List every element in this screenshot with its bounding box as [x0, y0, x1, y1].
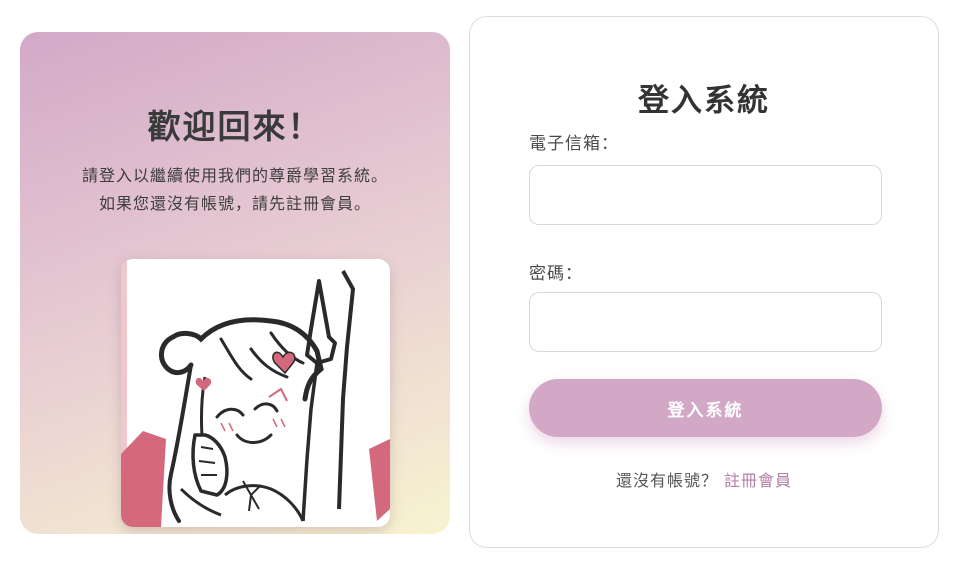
page: 歡迎回來！ 請登入以繼續使用我們的尊爵學習系統。 如果您還沒有帳號，請先註冊會員…: [0, 0, 957, 566]
login-card: 登入系統 電子信箱： 密碼： 登入系統 還沒有帳號？ 註冊會員: [469, 16, 939, 548]
email-label: 電子信箱：: [529, 134, 619, 154]
email-field[interactable]: [529, 165, 882, 225]
welcome-panel: 歡迎回來！ 請登入以繼續使用我們的尊爵學習系統。 如果您還沒有帳號，請先註冊會員…: [20, 32, 450, 534]
welcome-title: 歡迎回來！: [147, 107, 323, 146]
welcome-message-line-1: 請登入以繼續使用我們的尊爵學習系統。: [81, 166, 388, 185]
login-title: 登入系統: [638, 83, 770, 119]
no-account-text: 還沒有帳號？: [615, 471, 718, 490]
anime-character-illustration: [121, 259, 390, 527]
register-prompt: 還沒有帳號？ 註冊會員: [470, 467, 938, 491]
welcome-message-line-2: 如果您還沒有帳號，請先註冊會員。: [98, 194, 371, 213]
welcome-illustration: [121, 259, 390, 527]
register-link[interactable]: 註冊會員: [724, 471, 792, 490]
password-label: 密碼：: [529, 264, 583, 284]
login-button[interactable]: 登入系統: [529, 379, 882, 437]
welcome-message: 請登入以繼續使用我們的尊爵學習系統。 如果您還沒有帳號，請先註冊會員。: [20, 162, 450, 218]
password-field[interactable]: [529, 292, 882, 352]
